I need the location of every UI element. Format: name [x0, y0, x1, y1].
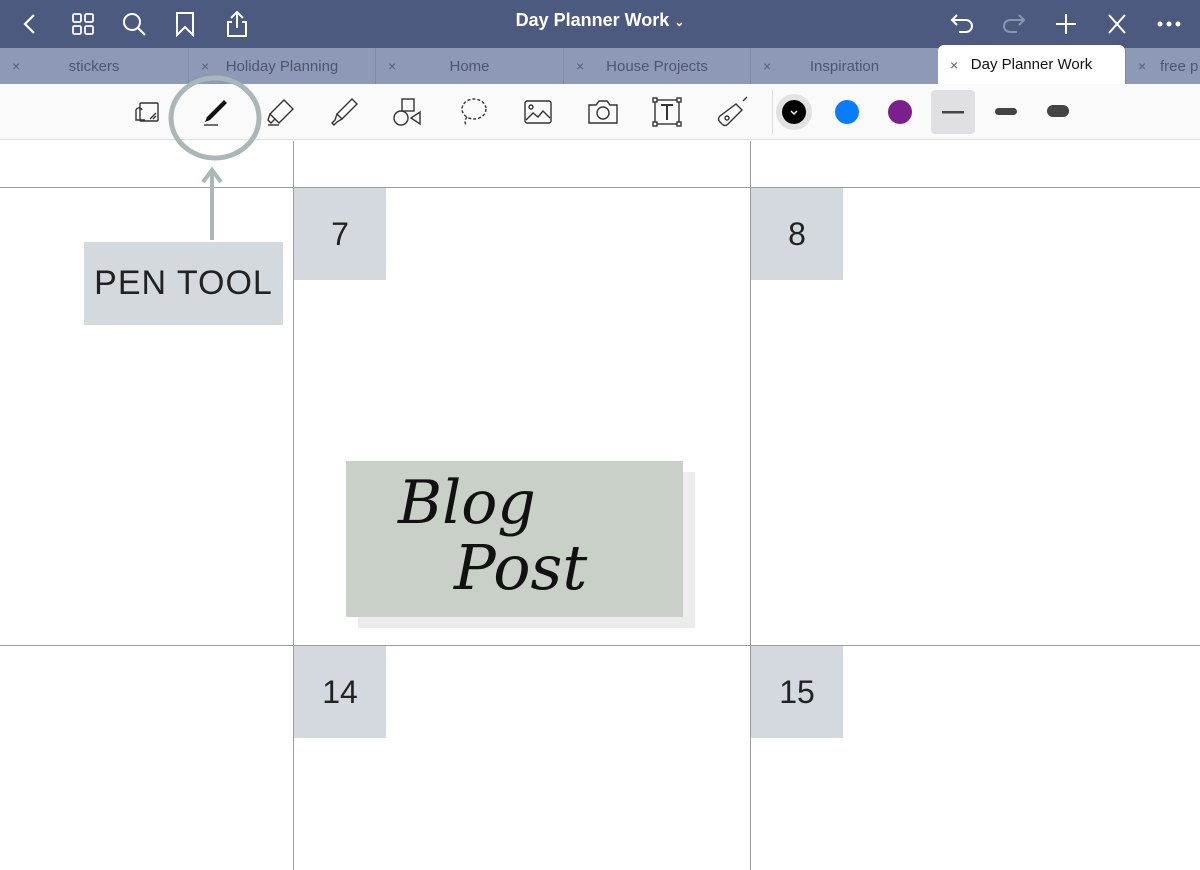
toolbar-divider: [772, 90, 773, 134]
day-number-15: 15: [751, 646, 843, 738]
close-edit-icon[interactable]: [1099, 6, 1135, 42]
tab-label: Day Planner Work: [970, 56, 1093, 73]
day-number-14: 14: [294, 646, 386, 738]
sticky-note[interactable]: Blog Post: [346, 461, 683, 617]
shapes-icon[interactable]: [387, 92, 427, 132]
stroke-width-thick[interactable]: [1038, 92, 1078, 132]
tab-label: Inspiration: [809, 57, 880, 75]
color-swatch-blue[interactable]: [827, 92, 867, 132]
handwriting-line-1: Blog: [397, 468, 536, 538]
annotation-arrow-and-circle: [168, 75, 262, 240]
image-icon[interactable]: [518, 92, 558, 132]
undo-icon[interactable]: [944, 6, 980, 42]
tab-house-projects[interactable]: × House Projects: [563, 48, 750, 84]
tab-label: House Projects: [606, 57, 708, 75]
camera-icon[interactable]: [583, 92, 623, 132]
color-swatch-purple[interactable]: [880, 92, 920, 132]
tab-day-planner-work[interactable]: × Day Planner Work: [938, 45, 1125, 84]
close-icon[interactable]: ×: [950, 57, 958, 73]
stroke-width-thin[interactable]: [931, 90, 975, 134]
highlighter-icon[interactable]: [324, 92, 364, 132]
day-number-8: 8: [751, 188, 843, 280]
title-text: Day Planner Work: [515, 10, 670, 30]
more-icon[interactable]: [1151, 6, 1187, 42]
add-icon[interactable]: [1048, 6, 1084, 42]
tab-inspiration[interactable]: × Inspiration: [750, 48, 938, 84]
text-box-icon[interactable]: [647, 92, 687, 132]
close-icon[interactable]: ×: [576, 58, 584, 74]
tab-home[interactable]: × Home: [375, 48, 563, 84]
lasso-icon[interactable]: [453, 92, 493, 132]
close-icon[interactable]: ×: [763, 58, 771, 74]
handwriting-line-2: Post: [453, 531, 587, 604]
stroke-width-medium[interactable]: [986, 92, 1026, 132]
grid-line: [0, 645, 1200, 646]
handwritten-text: Blog Post: [397, 468, 587, 604]
color-swatch-black[interactable]: [774, 92, 814, 132]
tab-free-p[interactable]: × free p: [1125, 48, 1200, 84]
chevron-down-icon: ⌄: [674, 15, 685, 29]
pen-tool-label: PEN TOOL: [84, 242, 283, 325]
tab-label: Home: [449, 57, 490, 75]
laser-pointer-icon[interactable]: [712, 92, 752, 132]
close-icon[interactable]: ×: [1138, 58, 1146, 74]
day-number-7: 7: [294, 188, 386, 280]
redo-icon[interactable]: [996, 6, 1032, 42]
close-icon[interactable]: ×: [388, 58, 396, 74]
